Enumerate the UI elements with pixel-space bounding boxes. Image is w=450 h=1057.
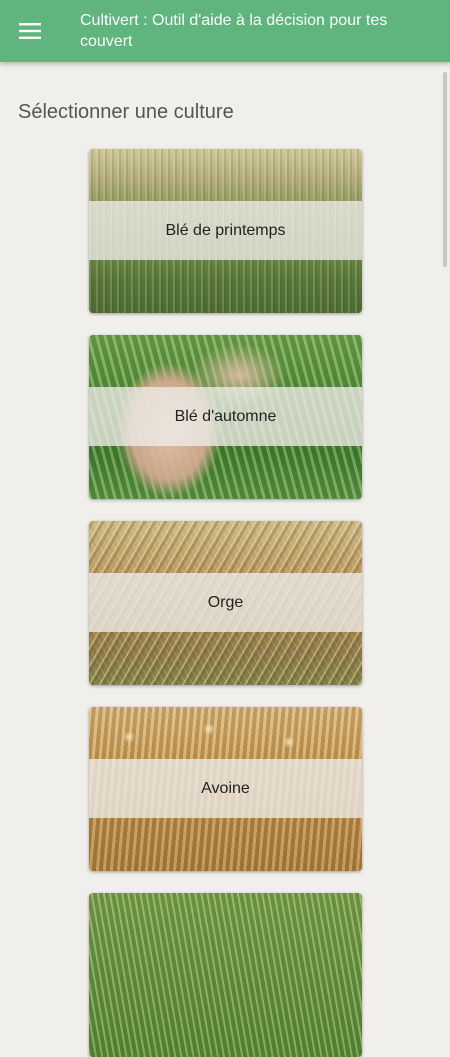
crop-card-orge[interactable]: Orge bbox=[89, 521, 362, 685]
crop-card-label-band: Blé de printemps bbox=[89, 201, 362, 260]
scrollbar[interactable] bbox=[443, 72, 447, 267]
crop-card-avoine[interactable]: Avoine bbox=[89, 707, 362, 871]
menu-button[interactable] bbox=[10, 12, 50, 50]
crop-card-ble-automne[interactable]: Blé d'automne bbox=[89, 335, 362, 499]
hamburger-menu-icon bbox=[19, 23, 41, 39]
app-bar: Cultivert : Outil d'aide à la décision p… bbox=[0, 0, 450, 62]
crop-card-label: Avoine bbox=[201, 779, 250, 797]
crop-card-partial[interactable] bbox=[89, 893, 362, 1057]
app-title: Cultivert : Outil d'aide à la décision p… bbox=[80, 12, 388, 50]
crop-card-label: Blé de printemps bbox=[165, 221, 286, 239]
crop-field-photo bbox=[89, 893, 362, 1057]
crop-card-label-band: Avoine bbox=[89, 759, 362, 818]
crop-card-label: Orge bbox=[207, 593, 244, 611]
page-heading: Sélectionner une culture bbox=[18, 101, 234, 123]
crop-card-label-band: Orge bbox=[89, 573, 362, 632]
crop-card-label-band: Blé d'automne bbox=[89, 387, 362, 446]
crop-card-label: Blé d'automne bbox=[174, 407, 277, 425]
crop-card-ble-printemps[interactable]: Blé de printemps bbox=[89, 149, 362, 313]
